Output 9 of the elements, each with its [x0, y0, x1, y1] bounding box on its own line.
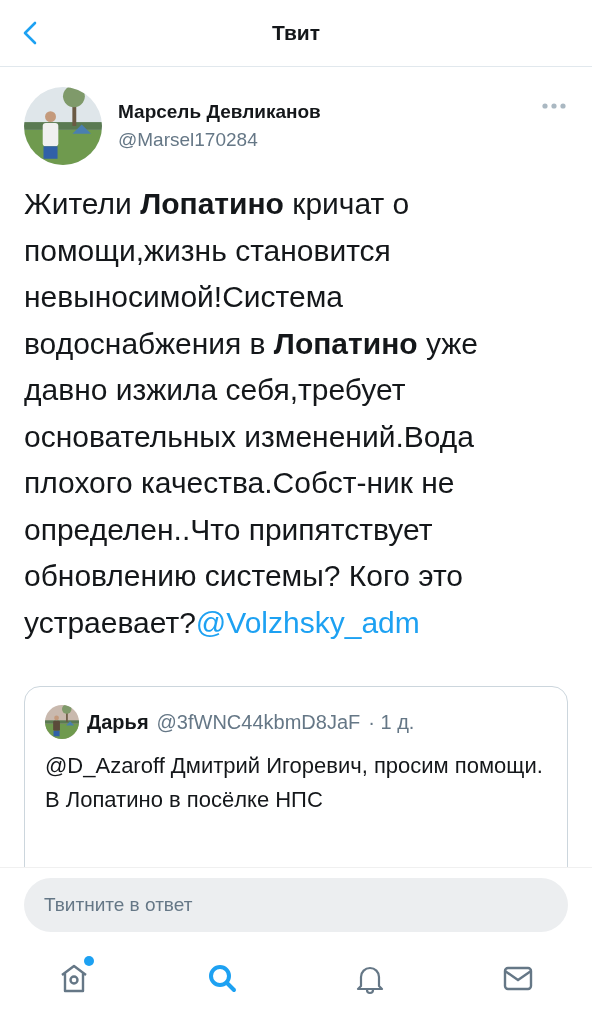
tweet-text: Жители Лопатино кричат о помощи,жизнь становится невыносимой!Система водоснабжения в Лопатино уже давно изжила себя,требует основательных изменений.Вода плохого качества.Собст-ник не определен..Что припятствует обновлению системы? Кого это устраевает?@Volzhsky_adm [24, 186, 480, 641]
page-title: Твит [271, 21, 321, 45]
reply-field[interactable]: Твитните в ответ [24, 878, 568, 932]
author-name[interactable]: Марсель Девликанов [118, 101, 526, 123]
quoted-tweet-text: @D_Azaroff Дмитрий Игоревич, просим помощи. В Лопатино в посёлке НПС [45, 752, 544, 814]
quoted-author-name: Дарья [87, 710, 149, 734]
quoted-time: · 1 д. [368, 710, 415, 734]
quoted-author-handle: @3fWNC44kbmD8JaF [156, 710, 361, 734]
author-handle[interactable]: @Marsel170284 [118, 129, 526, 151]
